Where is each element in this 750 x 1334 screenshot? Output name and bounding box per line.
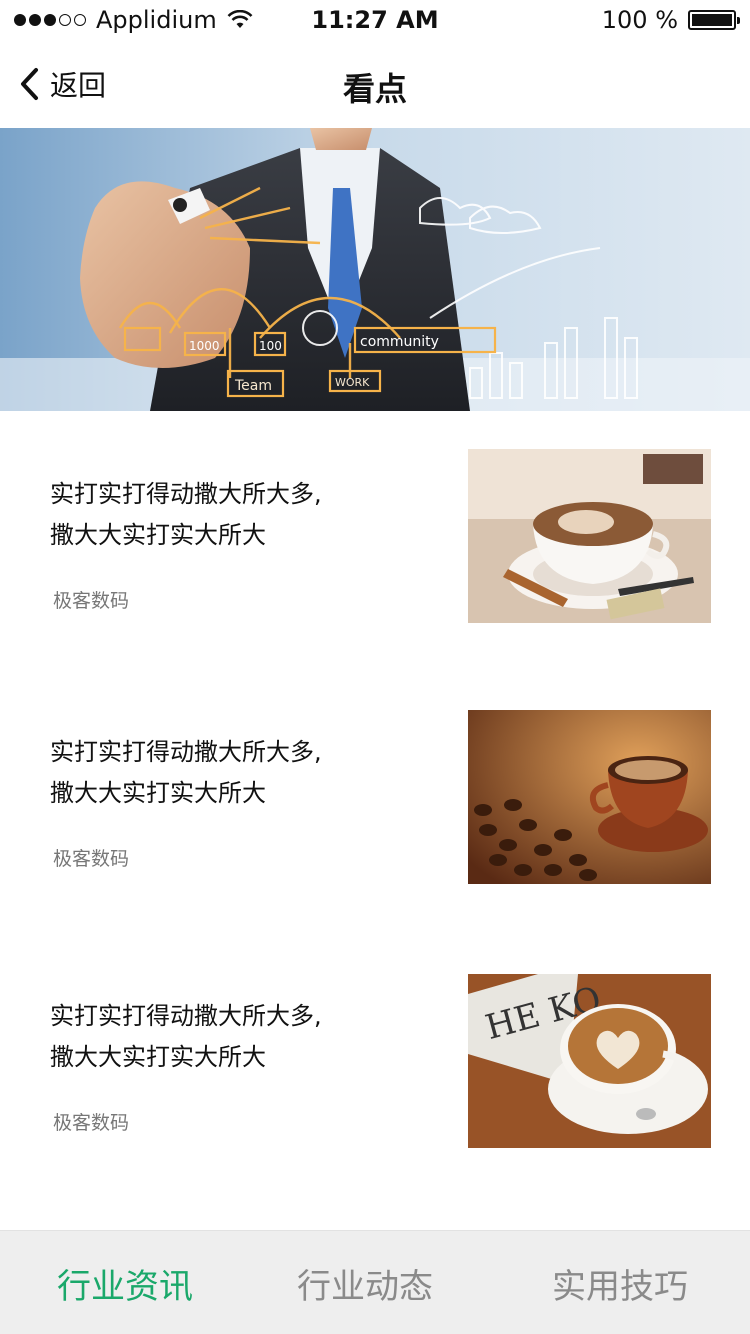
news-title-line: 实打实打得动撒大所大多, [50, 480, 322, 508]
navigation-bar: 返回 看点 [0, 40, 750, 128]
news-title-line: 实打实打得动撒大所大多, [50, 738, 322, 766]
news-title-line: 撒大大实打实大所大 [50, 521, 266, 549]
news-source: 极客数码 [53, 1112, 130, 1134]
coffee-beans-cup-image [468, 710, 711, 884]
news-title: 实打实打得动撒大所大多, 撒大大实打实大所大 [50, 996, 410, 1078]
news-item-2[interactable]: 实打实打得动撒大所大多, 撒大大实打实大所大 极客数码 [0, 671, 750, 931]
latte-art-cup-image [468, 449, 711, 623]
banner-label-work: WORK [335, 376, 370, 389]
news-title-line: 实打实打得动撒大所大多, [50, 1002, 322, 1030]
status-bar: Applidium 11:27 AM 100 % [0, 0, 750, 40]
news-title: 实打实打得动撒大所大多, 撒大大实打实大所大 [50, 732, 410, 814]
tab-industry-news[interactable]: 行业资讯 [0, 1231, 250, 1334]
battery-icon [688, 10, 740, 30]
tab-industry-trends[interactable]: 行业动态 [240, 1231, 490, 1334]
news-item-1[interactable]: 实打实打得动撒大所大多, 撒大大实打实大所大 极客数码 [0, 411, 750, 671]
banner-label-team: Team [234, 378, 272, 394]
news-thumbnail[interactable] [468, 710, 711, 884]
banner-label-community: community [360, 334, 439, 350]
news-item-3[interactable]: 实打实打得动撒大所大多, 撒大大实打实大所大 极客数码 HE KO [0, 931, 750, 1191]
bottom-tab-bar: 行业资讯 行业动态 实用技巧 [0, 1230, 750, 1334]
status-right: 100 % [601, 6, 740, 34]
news-title-line: 撒大大实打实大所大 [50, 779, 266, 807]
news-title: 实打实打得动撒大所大多, 撒大大实打实大所大 [50, 474, 410, 556]
banner-label-100: 100 [259, 339, 282, 353]
banner-illustration: Team WORK community 100 1000 [0, 128, 750, 411]
heart-latte-image: HE KO [468, 974, 711, 1148]
battery-percentage: 100 % [601, 6, 678, 34]
tab-practical-tips[interactable]: 实用技巧 [495, 1231, 745, 1334]
news-source: 极客数码 [53, 590, 130, 612]
news-thumbnail[interactable] [468, 449, 711, 623]
news-source: 极客数码 [53, 848, 130, 870]
banner-image[interactable]: Team WORK community 100 1000 [0, 128, 750, 411]
news-thumbnail[interactable]: HE KO [468, 974, 711, 1148]
banner-label-1000: 1000 [189, 339, 220, 353]
news-title-line: 撒大大实打实大所大 [50, 1043, 266, 1071]
page-title: 看点 [342, 70, 407, 108]
